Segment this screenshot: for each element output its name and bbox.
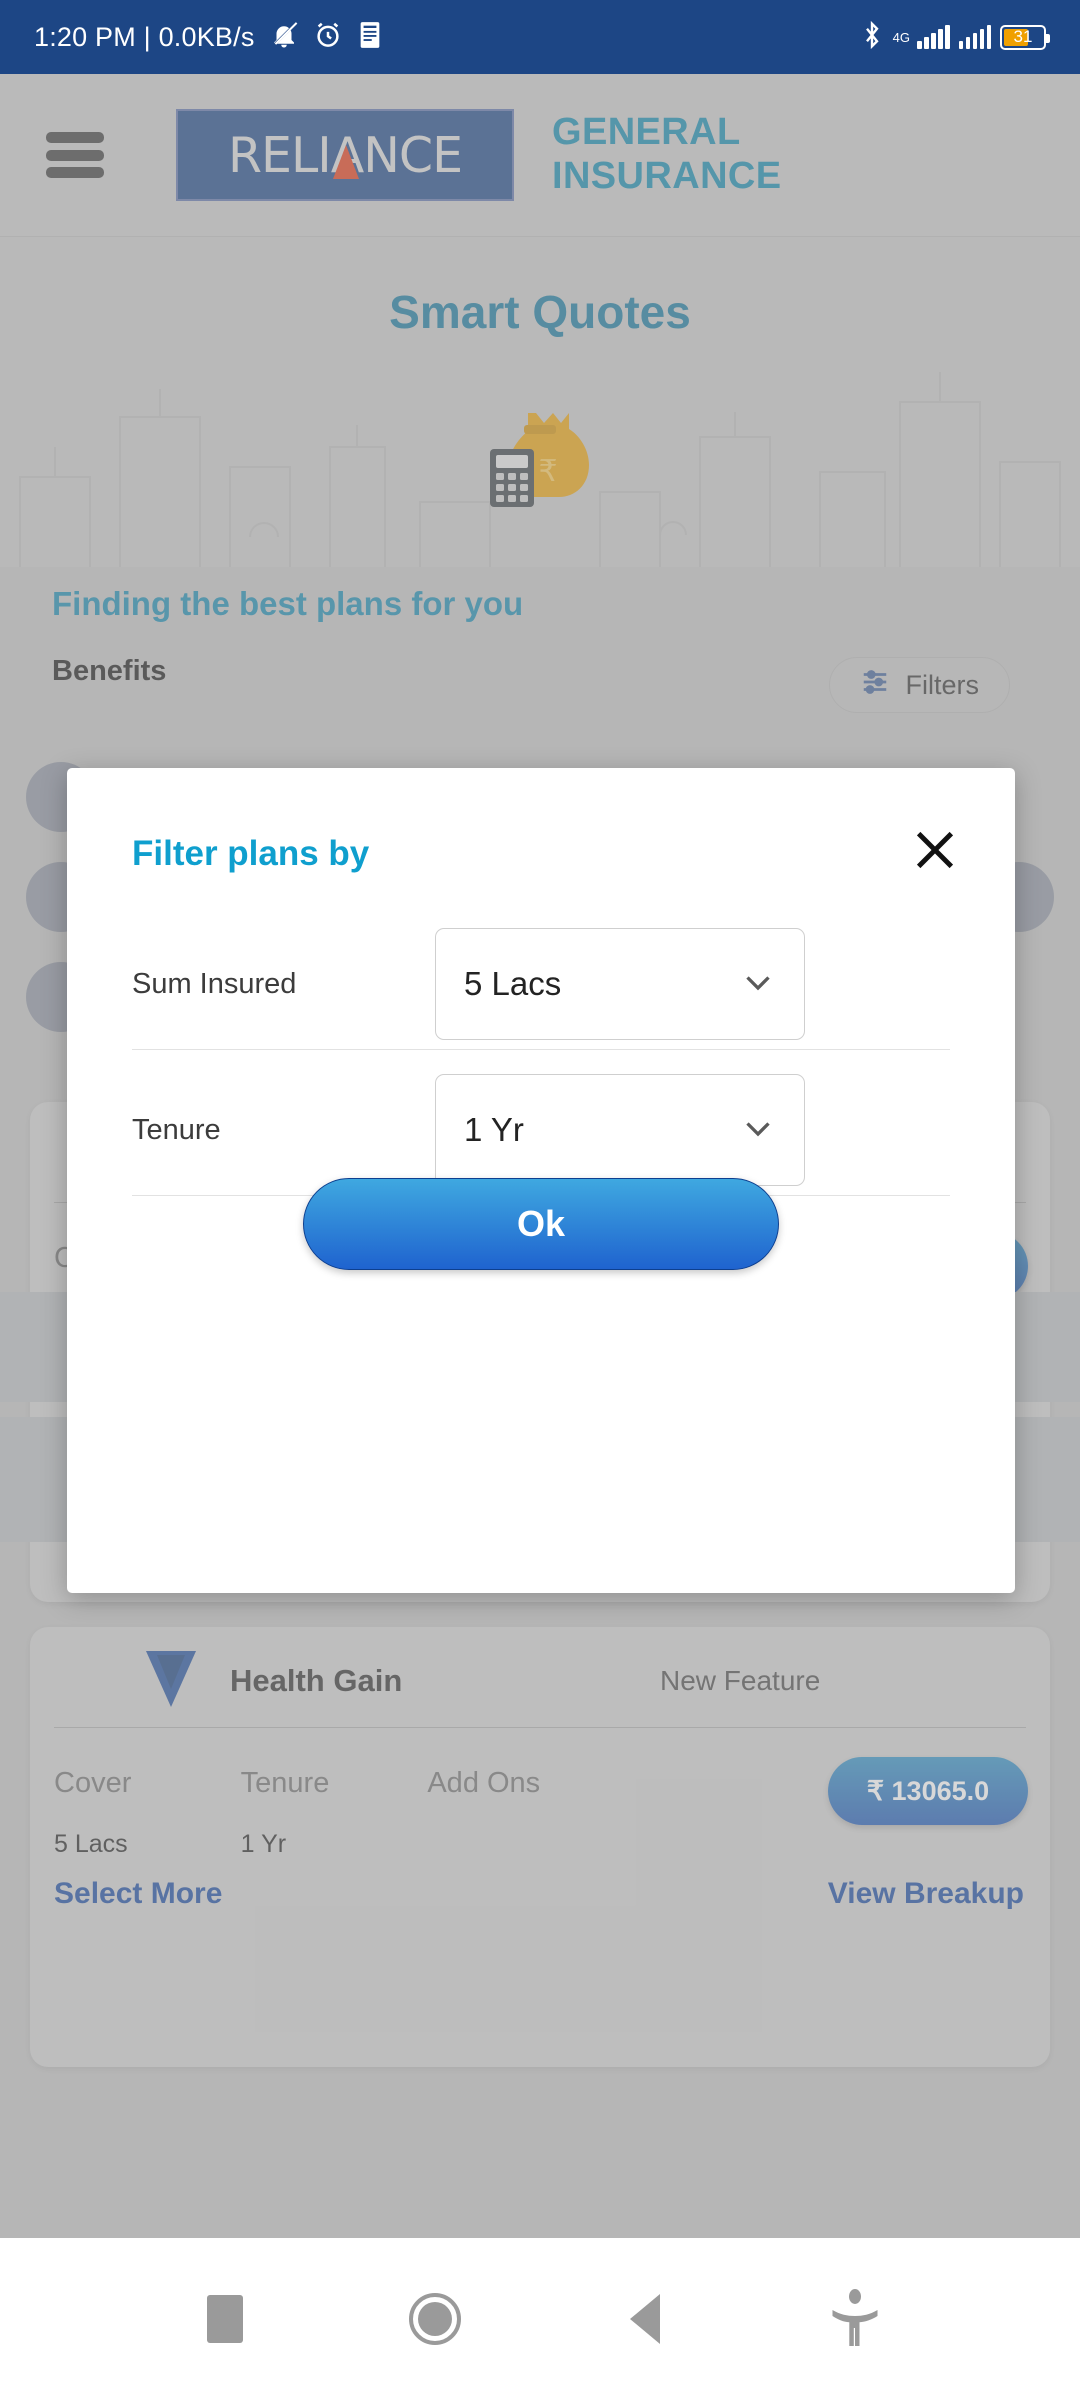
dialog-divider <box>132 1049 950 1050</box>
note-icon <box>357 21 383 54</box>
sum-insured-dropdown[interactable]: 5 Lacs <box>435 928 805 1040</box>
status-bar: 1:20 PM | 0.0KB/s 4G 31 <box>0 0 1080 74</box>
dialog-title: Filter plans by <box>132 834 370 873</box>
battery-level: 31 <box>1013 27 1033 46</box>
alarm-icon <box>313 20 343 55</box>
close-icon[interactable] <box>907 822 963 878</box>
battery-icon: 31 <box>1000 24 1050 50</box>
signal-bars-sim2-icon <box>958 25 991 49</box>
square-recents-icon[interactable] <box>190 2284 260 2354</box>
network-type-label: 4G <box>892 29 910 45</box>
ok-button[interactable]: Ok <box>303 1178 779 1270</box>
tenure-value: 1 Yr <box>464 1111 524 1148</box>
accessibility-icon[interactable] <box>820 2284 890 2354</box>
sum-insured-value: 5 Lacs <box>464 965 562 1002</box>
status-time: 1:20 PM | 0.0KB/s <box>34 21 255 52</box>
circle-home-icon[interactable] <box>400 2284 470 2354</box>
tenure-label: Tenure <box>132 1114 221 1146</box>
triangle-back-icon[interactable] <box>610 2284 680 2354</box>
chevron-down-icon <box>740 1110 776 1151</box>
chevron-down-icon <box>740 964 776 1005</box>
bell-slash-icon <box>269 20 299 55</box>
system-navigation-bar <box>0 2238 1080 2400</box>
bluetooth-icon <box>860 20 884 55</box>
status-bar-right: 4G 31 <box>860 20 1050 55</box>
tenure-dropdown[interactable]: 1 Yr <box>435 1074 805 1186</box>
sum-insured-label: Sum Insured <box>132 968 297 1000</box>
signal-bars-sim1-icon <box>917 25 950 49</box>
filter-dialog: Filter plans by Sum Insured 5 Lacs Tenur… <box>67 768 1015 1593</box>
status-bar-left: 1:20 PM | 0.0KB/s <box>34 20 383 55</box>
